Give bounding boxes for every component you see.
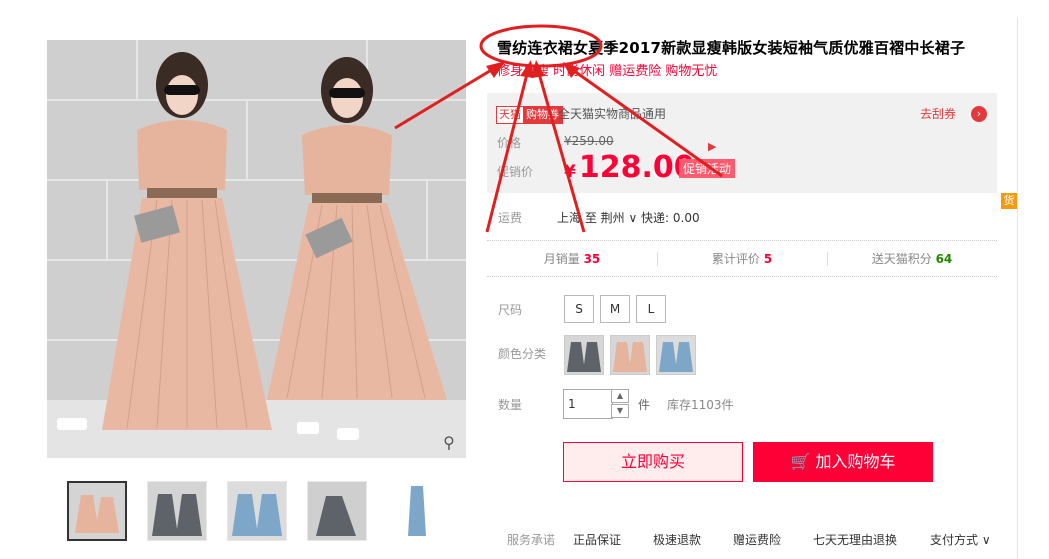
promo-activity-badge[interactable]: 促销活动 bbox=[679, 159, 736, 178]
side-tag[interactable]: 货 bbox=[1001, 193, 1017, 209]
thumbnail-1[interactable] bbox=[67, 481, 127, 541]
divider bbox=[487, 240, 997, 241]
quantity-decrease-icon[interactable]: ▼ bbox=[611, 404, 629, 418]
triangle-icon: ▶ bbox=[708, 140, 717, 153]
quantity-label: 数量 bbox=[498, 398, 523, 412]
divider bbox=[1017, 18, 1018, 559]
coupon-tag-label: 购物券 bbox=[523, 107, 562, 123]
service-item-fast-refund[interactable]: 极速退款 bbox=[653, 531, 701, 548]
get-coupon-link[interactable]: 去刮券 bbox=[920, 106, 956, 122]
size-option-s[interactable]: S bbox=[564, 295, 594, 323]
coupon-tag: 天猫 购物券 bbox=[496, 106, 563, 124]
coupon-tag-tmall: 天猫 bbox=[497, 107, 523, 123]
stat-label: 累计评价 bbox=[711, 252, 760, 266]
price-label: 价格 bbox=[497, 136, 522, 150]
stat-reviews[interactable]: 累计评价 5 bbox=[657, 244, 827, 274]
color-option-blue[interactable] bbox=[656, 335, 696, 375]
stat-points: 送天猫积分 64 bbox=[827, 244, 997, 274]
thumbnail-5[interactable] bbox=[387, 481, 447, 541]
thumbnail-2[interactable] bbox=[147, 481, 207, 541]
buy-now-button[interactable]: 立即购买 bbox=[563, 442, 743, 482]
payment-methods-dropdown[interactable]: 支付方式 ∨ bbox=[930, 531, 991, 548]
shipping-label: 运费 bbox=[498, 211, 523, 225]
stat-value: 64 bbox=[935, 252, 953, 266]
color-option-gray[interactable] bbox=[564, 335, 604, 375]
quantity-input[interactable]: 1 bbox=[563, 389, 613, 419]
thumbnail-strip bbox=[67, 481, 467, 541]
color-label: 颜色分类 bbox=[498, 347, 547, 361]
color-option-pink[interactable] bbox=[610, 335, 650, 375]
promo-price: ¥128.00 bbox=[564, 150, 695, 185]
product-title: 雪纺连衣裙女夏季2017新款显瘦韩版女装短袖气质优雅百褶中长裙子 bbox=[497, 39, 966, 57]
add-to-cart-button[interactable]: 🛒 加入购物车 bbox=[753, 442, 933, 482]
stock-count: 库存1103件 bbox=[667, 398, 734, 412]
add-to-cart-label: 加入购物车 bbox=[815, 452, 896, 471]
promo-price-label: 促销价 bbox=[497, 165, 534, 179]
stat-value: 35 bbox=[583, 252, 601, 266]
quantity-unit: 件 bbox=[638, 398, 651, 412]
divider bbox=[487, 276, 997, 277]
size-option-l[interactable]: L bbox=[636, 295, 666, 323]
stat-monthly-sales: 月销量 35 bbox=[487, 244, 657, 274]
main-product-image[interactable]: ⚲ bbox=[47, 40, 466, 458]
stat-label: 月销量 bbox=[543, 252, 580, 266]
service-item-shipping-insurance[interactable]: 赠运费险 bbox=[733, 531, 781, 548]
size-option-m[interactable]: M bbox=[600, 295, 630, 323]
sales-stats: 月销量 35 累计评价 5 送天猫积分 64 bbox=[487, 244, 997, 274]
service-item-authentic[interactable]: 正品保证 bbox=[573, 531, 621, 548]
currency-symbol: ¥ bbox=[564, 162, 576, 182]
quantity-increase-icon[interactable]: ▲ bbox=[611, 389, 629, 403]
thumbnail-3[interactable] bbox=[227, 481, 287, 541]
service-label: 服务承诺 bbox=[507, 533, 556, 547]
cart-icon: 🛒 bbox=[790, 452, 811, 471]
chevron-right-icon[interactable]: › bbox=[971, 106, 987, 122]
promo-price-value: 128.00 bbox=[578, 150, 695, 185]
coupon-description: 全天猫实物商品通用 bbox=[558, 107, 667, 121]
size-label: 尺码 bbox=[498, 303, 523, 317]
thumbnail-4[interactable] bbox=[307, 481, 367, 541]
product-photo bbox=[47, 40, 466, 458]
stat-value: 5 bbox=[763, 252, 773, 266]
product-subtitle: 修身显瘦 时尚休闲 赠运费险 购物无忧 bbox=[497, 64, 718, 79]
magnifier-icon[interactable]: ⚲ bbox=[438, 432, 460, 454]
original-price: ¥259.00 bbox=[564, 134, 614, 148]
service-item-7day-return[interactable]: 七天无理由退换 bbox=[813, 531, 897, 548]
shipping-destination[interactable]: 上海 至 荆州 ∨ 快递: 0.00 bbox=[557, 209, 700, 226]
stat-label: 送天猫积分 bbox=[871, 252, 932, 266]
